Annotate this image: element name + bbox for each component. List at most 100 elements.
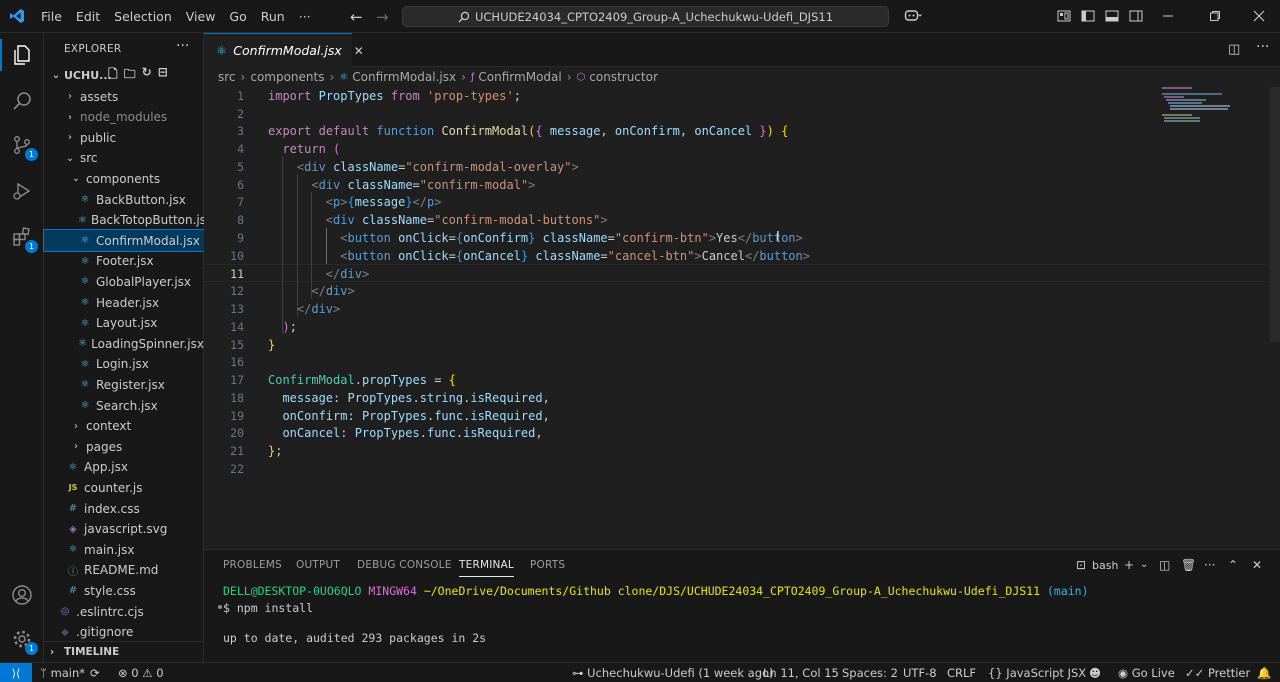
tree-item[interactable]: ◆ .gitignore: [44, 622, 204, 643]
tree-item[interactable]: ⚛ BackTotopButton.jsx: [44, 210, 213, 231]
tree-item[interactable]: ⚛ App.jsx: [44, 457, 204, 478]
split-terminal-icon[interactable]: ◫: [1159, 558, 1170, 572]
new-terminal-icon[interactable]: +: [1124, 558, 1134, 572]
tree-item[interactable]: ⚛ ConfirmModal.jsx: [43, 229, 205, 253]
tree-item[interactable]: ⚛ main.jsx: [44, 539, 204, 560]
tree-item[interactable]: ⚛ LoadingSpinner.jsx: [44, 333, 204, 354]
sync-icon[interactable]: ⟳: [90, 666, 100, 680]
menu-selection[interactable]: Selection: [107, 0, 179, 33]
toggle-panel-icon[interactable]: [1104, 8, 1120, 24]
back-arrow-icon[interactable]: ←: [350, 8, 363, 26]
copilot-icon[interactable]: [902, 8, 924, 24]
prettier-status[interactable]: ✓✓ Prettier: [1185, 666, 1250, 680]
tree-item[interactable]: JS counter.js: [44, 477, 204, 498]
code-editor[interactable]: 1 import PropTypes from 'prop-types'; 2 3…: [204, 87, 1280, 549]
kill-terminal-icon[interactable]: 🗑: [1181, 558, 1196, 572]
terminal-shell-label[interactable]: bash: [1092, 559, 1118, 572]
close-panel-icon[interactable]: ✕: [1252, 558, 1262, 572]
source-control-icon[interactable]: 1: [0, 123, 44, 167]
collapse-all-icon[interactable]: ⊟: [158, 65, 168, 86]
copilot-status-icon[interactable]: ☻: [1089, 666, 1101, 680]
tree-item[interactable]: ⌄ src: [44, 148, 204, 169]
tree-item[interactable]: ⚛ GlobalPlayer.jsx: [44, 271, 204, 292]
command-center-search[interactable]: UCHUDE24034_CPTO2409_Group-A_Uchechukwu-…: [402, 6, 889, 27]
eol-status[interactable]: CRLF: [947, 666, 976, 680]
tree-item[interactable]: › context: [44, 416, 204, 437]
cursor-position[interactable]: Ln 11, Col 15: [763, 666, 839, 680]
editor-more-icon[interactable]: ···: [1256, 39, 1269, 55]
tab-ports[interactable]: PORTS: [530, 559, 565, 571]
customize-layout-icon[interactable]: [1056, 8, 1072, 24]
menu-file[interactable]: File: [34, 0, 69, 33]
tree-item[interactable]: ◎ .eslintrc.cjs: [44, 601, 204, 622]
remote-indicator-icon[interactable]: ⟩⟨: [0, 663, 32, 682]
refresh-icon[interactable]: ↻: [142, 65, 152, 86]
tree-item[interactable]: # index.css: [44, 498, 204, 519]
close-window-icon[interactable]: [1251, 8, 1267, 24]
css-file-icon: #: [68, 585, 78, 597]
menu-run[interactable]: Run: [254, 0, 292, 33]
toggle-primary-sidebar-icon[interactable]: [1080, 8, 1096, 24]
tree-item[interactable]: ⚛ Register.jsx: [44, 374, 204, 395]
new-file-icon[interactable]: 🗋: [108, 65, 118, 86]
tab-debug-console[interactable]: DEBUG CONSOLE: [357, 559, 452, 571]
tree-item[interactable]: › node_modules: [44, 107, 204, 128]
explorer-more-button[interactable]: ···: [176, 38, 189, 54]
tree-item[interactable]: ◈ javascript.svg: [44, 519, 204, 540]
breadcrumb-src[interactable]: src: [218, 70, 236, 84]
maximize-panel-icon[interactable]: ⌃: [1228, 558, 1238, 572]
tree-item[interactable]: ⚛ Login.jsx: [44, 354, 204, 375]
breadcrumb-constructor[interactable]: constructor: [589, 70, 658, 84]
tree-item[interactable]: ⚛ Footer.jsx: [44, 251, 204, 272]
menu-more[interactable]: ···: [292, 0, 318, 33]
tree-item[interactable]: › pages: [44, 436, 204, 457]
indentation-status[interactable]: Spaces: 2: [842, 666, 898, 680]
timeline-section[interactable]: › TIMELINE: [44, 641, 204, 662]
minimize-icon[interactable]: [1160, 8, 1176, 24]
workspace-root[interactable]: ⌄ UCHU... 🗋 🗀 ↻ ⊟: [44, 65, 204, 86]
forward-arrow-icon[interactable]: →: [376, 8, 389, 26]
search-view-icon[interactable]: [0, 79, 44, 123]
tab-output[interactable]: OUTPUT: [296, 559, 340, 571]
encoding-status[interactable]: UTF-8: [903, 666, 937, 680]
breadcrumb-components[interactable]: components: [250, 70, 324, 84]
run-debug-icon[interactable]: [0, 169, 44, 213]
git-blame-status[interactable]: ⊶ Uchechukwu-Udefi (1 week ago): [572, 666, 774, 680]
close-tab-icon[interactable]: ✕: [354, 44, 364, 58]
tab-terminal[interactable]: TERMINAL: [459, 559, 514, 577]
breadcrumb-function[interactable]: ConfirmModal: [478, 70, 561, 84]
editor-scrollbar[interactable]: [1270, 87, 1280, 342]
tree-item[interactable]: ⚛ Header.jsx: [44, 292, 204, 313]
accounts-icon[interactable]: [0, 573, 44, 617]
explorer-icon[interactable]: [0, 33, 44, 77]
menu-edit[interactable]: Edit: [69, 0, 107, 33]
tree-item[interactable]: ⚛ Search.jsx: [44, 395, 204, 416]
panel-more-icon[interactable]: ···: [1204, 558, 1215, 572]
split-editor-icon[interactable]: ◫: [1228, 42, 1240, 57]
manage-gear-icon[interactable]: 1: [0, 617, 44, 661]
new-folder-icon[interactable]: 🗀: [124, 65, 136, 86]
tree-item[interactable]: ⓘ README.md: [44, 560, 204, 581]
toggle-secondary-sidebar-icon[interactable]: [1128, 8, 1144, 24]
go-live-button[interactable]: ◉ Go Live: [1118, 666, 1175, 680]
line-number: 22: [230, 462, 244, 476]
tree-item[interactable]: # style.css: [44, 580, 204, 601]
problems-status[interactable]: ⊗ 0 ⚠ 0: [118, 666, 164, 680]
menu-go[interactable]: Go: [222, 0, 253, 33]
tree-item[interactable]: › assets: [44, 86, 204, 107]
extensions-icon[interactable]: 1: [0, 215, 44, 259]
tab-confirmmodal[interactable]: ⚛ ConfirmModal.jsx ✕: [204, 33, 364, 67]
tree-item[interactable]: ⚛ Layout.jsx: [44, 313, 204, 334]
tab-problems[interactable]: PROBLEMS: [223, 559, 282, 571]
terminal-dropdown-icon[interactable]: ⌄: [1140, 559, 1148, 570]
language-mode[interactable]: {} JavaScript JSX: [988, 666, 1086, 680]
tree-item[interactable]: ⚛ BackButton.jsx: [44, 189, 204, 210]
breadcrumb-file[interactable]: ConfirmModal.jsx: [352, 70, 456, 84]
restore-icon[interactable]: [1207, 8, 1223, 24]
line-number: 11: [230, 267, 244, 281]
tree-item[interactable]: › public: [44, 127, 204, 148]
branch-status[interactable]: ᛘ main*: [40, 666, 85, 680]
notifications-bell-icon[interactable]: 🔔: [1257, 666, 1271, 680]
tree-item[interactable]: ⌄ components: [44, 168, 204, 189]
menu-view[interactable]: View: [179, 0, 223, 33]
